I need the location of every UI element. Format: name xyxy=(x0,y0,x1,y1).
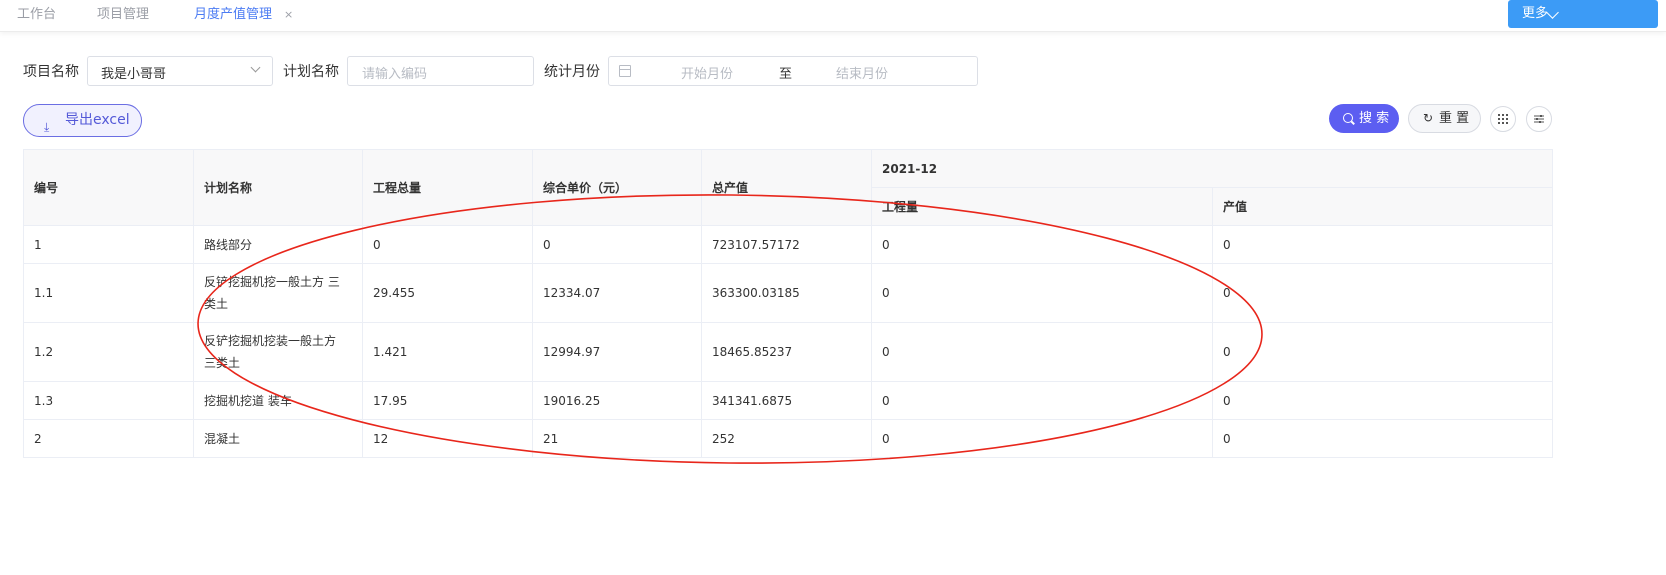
export-excel-button[interactable]: ⤓ 导出excel xyxy=(23,104,142,137)
tab-bar: 工作台 项目管理 月度产值管理 × 更多 xyxy=(0,0,1666,32)
tab-project-management[interactable]: 项目管理 xyxy=(97,0,149,32)
tab-workbench[interactable]: 工作台 xyxy=(17,0,56,32)
header-total-qty[interactable]: 工程总量 xyxy=(362,149,533,226)
tab-monthly-output[interactable]: 月度产值管理 × xyxy=(194,0,293,32)
cell-plan-name: 反铲挖掘机挖一般土方 三类土 xyxy=(193,263,363,323)
cell-month-value: 0 xyxy=(1211,322,1554,382)
cell-unit-price: 19016.25 xyxy=(532,381,702,420)
cell-code: 1.1 xyxy=(23,263,194,323)
chevron-down-icon xyxy=(1546,6,1559,19)
calendar-icon xyxy=(619,65,631,77)
cell-total-qty: 29.455 xyxy=(362,263,533,323)
cell-plan-name: 混凝土 xyxy=(193,419,363,458)
table-row[interactable]: 1.2 反铲挖掘机挖装一般土方 三类土 1.421 12994.97 18465… xyxy=(23,322,1554,382)
project-name-select[interactable]: 我是小哥哥 xyxy=(87,56,273,86)
header-month-qty[interactable]: 工程量 xyxy=(871,187,1213,226)
table-header-row: 编号 计划名称 工程总量 综合单价（元） 总产值 2021-12 xyxy=(23,149,1554,226)
cell-month-qty: 0 xyxy=(871,419,1213,458)
cell-unit-price: 0 xyxy=(532,225,702,264)
cell-plan-name: 挖掘机挖道 装车 xyxy=(193,381,363,420)
plan-name-input[interactable]: 请输入编码 xyxy=(347,56,534,86)
end-month-input[interactable]: 结束月份 xyxy=(836,63,888,82)
header-plan-name[interactable]: 计划名称 xyxy=(193,149,363,226)
reset-button-label: 重 置 xyxy=(1439,111,1470,126)
project-name-value: 我是小哥哥 xyxy=(101,67,167,82)
cell-total-value: 363300.03185 xyxy=(701,263,872,323)
cell-month-qty: 0 xyxy=(871,263,1213,323)
cell-code: 1.2 xyxy=(23,322,194,382)
search-icon xyxy=(1343,113,1353,123)
cell-total-value: 252 xyxy=(701,419,872,458)
cell-month-value: 0 xyxy=(1211,419,1554,458)
cell-month-qty: 0 xyxy=(871,381,1213,420)
header-month: 2021-12 xyxy=(870,149,1554,188)
month-range-picker[interactable]: 开始月份 至 结束月份 xyxy=(608,56,978,86)
filter-settings-button[interactable] xyxy=(1526,106,1552,132)
output-table: 编号 计划名称 工程总量 综合单价（元） 总产值 2021-12 工程量 产值 … xyxy=(23,149,1554,458)
plan-name-placeholder: 请输入编码 xyxy=(362,67,428,82)
cell-total-value: 18465.85237 xyxy=(701,322,872,382)
tab-workbench-label: 工作台 xyxy=(17,7,57,22)
refresh-icon: ↻ xyxy=(1423,111,1434,125)
header-month-value[interactable]: 产值 xyxy=(1211,187,1554,226)
start-month-input[interactable]: 开始月份 xyxy=(681,63,733,82)
cell-total-qty: 0 xyxy=(362,225,533,264)
cell-month-value: 0 xyxy=(1211,381,1554,420)
cell-plan-name: 反铲挖掘机挖装一般土方 三类土 xyxy=(193,322,363,382)
chevron-down-icon xyxy=(250,62,261,73)
cell-total-qty: 12 xyxy=(362,419,533,458)
table-row[interactable]: 2 混凝土 12 21 252 0 0 xyxy=(23,419,1554,458)
header-total-value[interactable]: 总产值 xyxy=(701,149,872,226)
plan-name-label: 计划名称 xyxy=(283,64,339,80)
close-icon[interactable]: × xyxy=(284,8,293,21)
table-row[interactable]: 1 路线部分 0 0 723107.57172 0 0 xyxy=(23,225,1554,264)
cell-total-qty: 1.421 xyxy=(362,322,533,382)
stat-month-label: 统计月份 xyxy=(544,64,600,80)
column-settings-button[interactable] xyxy=(1490,106,1516,132)
cell-month-qty: 0 xyxy=(871,322,1213,382)
sliders-icon xyxy=(1534,115,1544,123)
header-unit-price[interactable]: 综合单价（元） xyxy=(532,149,702,226)
cell-total-value: 341341.6875 xyxy=(701,381,872,420)
more-button-label: 更多 xyxy=(1522,6,1549,21)
cell-month-value: 0 xyxy=(1211,225,1554,264)
cell-code: 1.3 xyxy=(23,381,194,420)
table-row[interactable]: 1.1 反铲挖掘机挖一般土方 三类土 29.455 12334.07 36330… xyxy=(23,263,1554,323)
cell-code: 2 xyxy=(23,419,194,458)
table-row[interactable]: 1.3 挖掘机挖道 装车 17.95 19016.25 341341.6875 … xyxy=(23,381,1554,420)
export-excel-label: 导出excel xyxy=(65,112,130,128)
tab-project-management-label: 项目管理 xyxy=(97,7,150,22)
more-button[interactable]: 更多 xyxy=(1508,0,1658,28)
grid-icon xyxy=(1498,114,1508,124)
cell-total-qty: 17.95 xyxy=(362,381,533,420)
range-separator: 至 xyxy=(779,67,793,82)
reset-button[interactable]: ↻ 重 置 xyxy=(1408,104,1481,133)
tab-monthly-output-label: 月度产值管理 xyxy=(194,7,273,22)
cell-code: 1 xyxy=(23,225,194,264)
search-button[interactable]: 搜 索 xyxy=(1329,104,1399,133)
cell-unit-price: 12994.97 xyxy=(532,322,702,382)
cell-month-qty: 0 xyxy=(871,225,1213,264)
project-name-label: 项目名称 xyxy=(23,64,79,80)
cell-total-value: 723107.57172 xyxy=(701,225,872,264)
cell-unit-price: 12334.07 xyxy=(532,263,702,323)
header-code[interactable]: 编号 xyxy=(23,149,194,226)
search-button-label: 搜 索 xyxy=(1359,111,1390,126)
download-icon: ⤓ xyxy=(44,120,50,134)
cell-unit-price: 21 xyxy=(532,419,702,458)
cell-plan-name: 路线部分 xyxy=(193,225,363,264)
cell-month-value: 0 xyxy=(1211,263,1554,323)
